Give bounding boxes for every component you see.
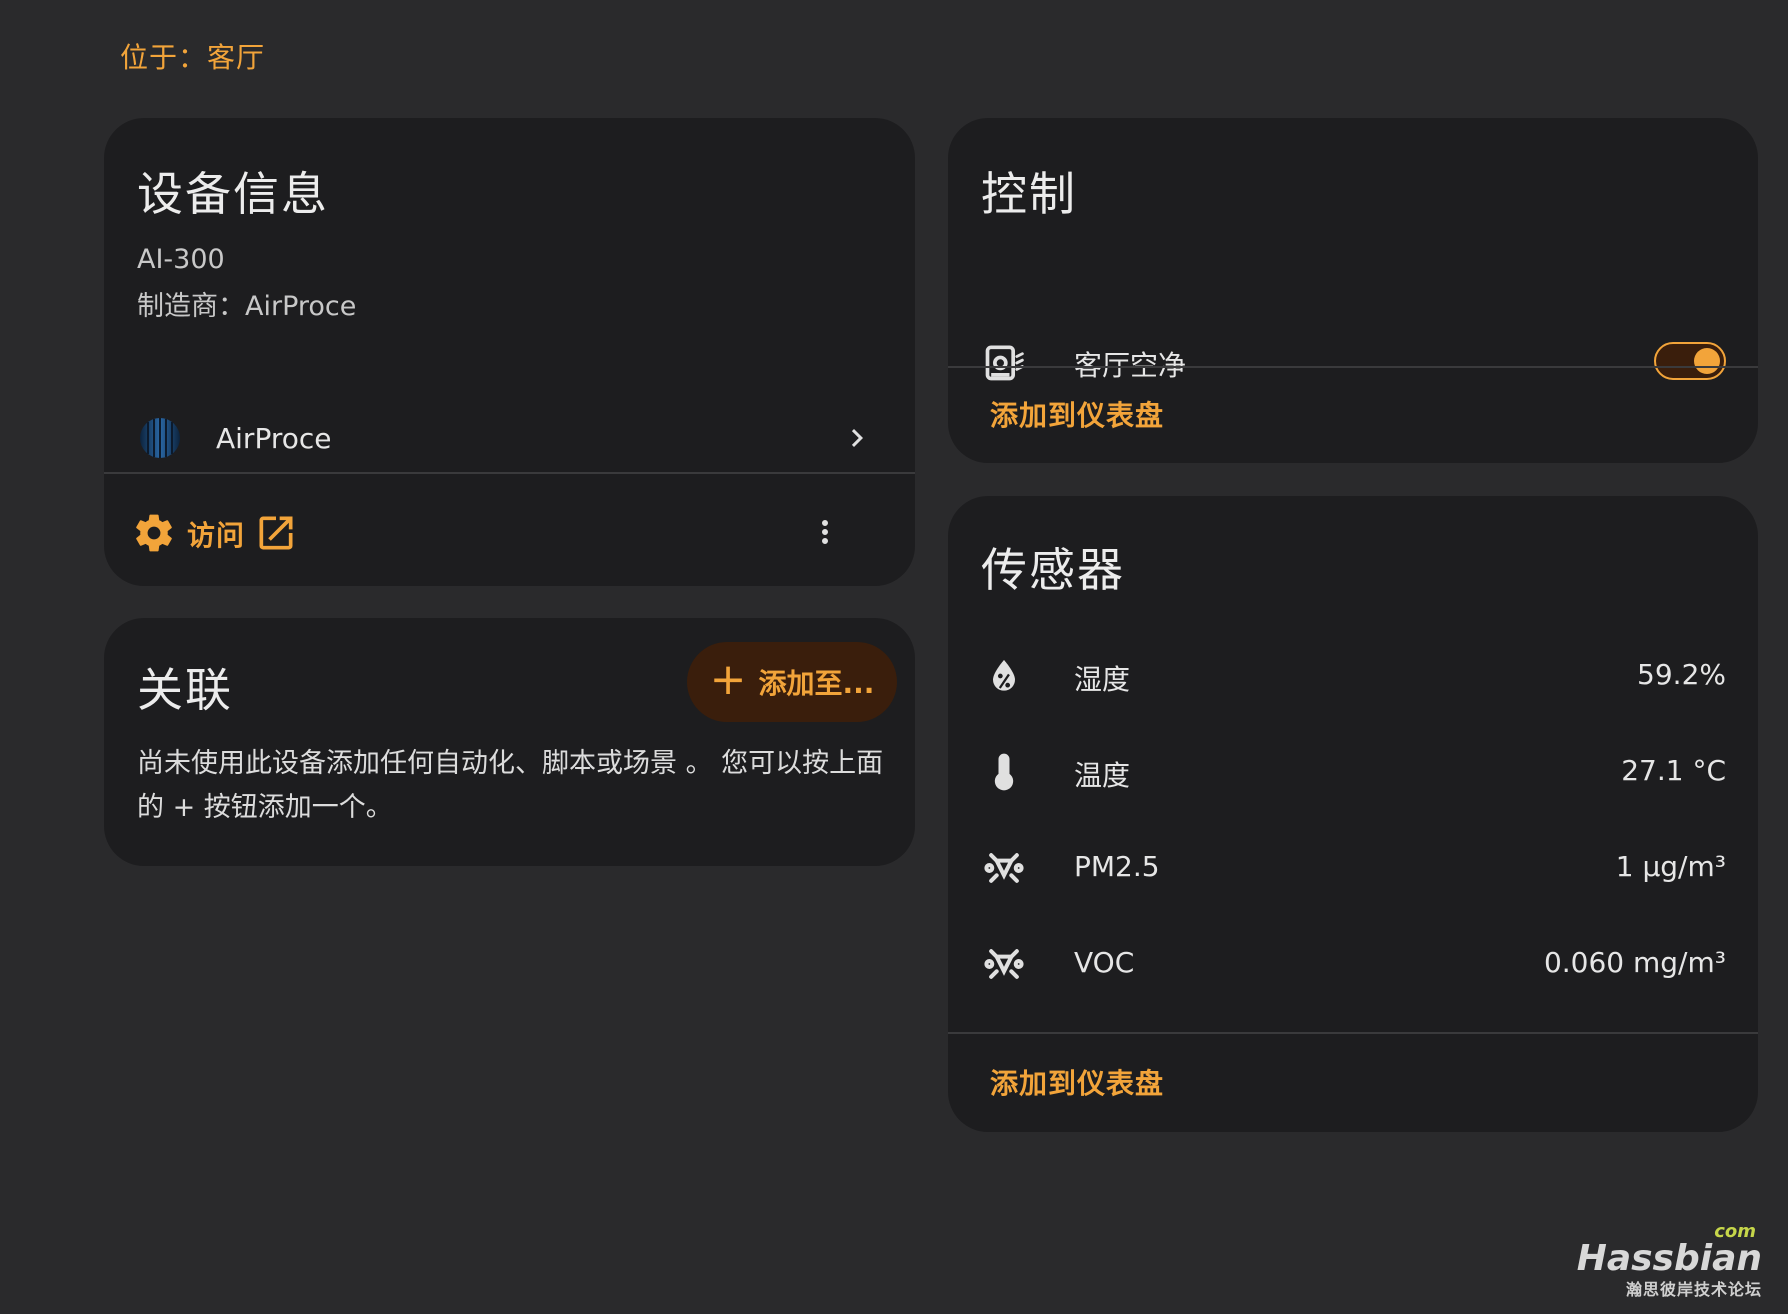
molecule-icon <box>984 853 1024 883</box>
sensor-row-temperature[interactable]: 温度 27.1 °C <box>948 724 1758 820</box>
sensor-name: 湿度 <box>1074 663 1131 696</box>
watermark-brand: Hassbian <box>1576 1238 1762 1279</box>
controls-card: 控制 客厅空净 添加到仪表盘 <box>948 118 1758 463</box>
watermark-subtitle: 瀚思彼岸技术论坛 <box>1625 1280 1762 1299</box>
sensor-value: 0.060 mg/m³ <box>1543 946 1726 979</box>
visit-row: 访问 <box>104 474 915 586</box>
sensor-name: PM2.5 <box>1074 850 1160 883</box>
add-to-button[interactable]: + 添加至... <box>687 642 897 722</box>
sensor-value: 59.2% <box>1637 658 1726 691</box>
sensor-value: 27.1 °C <box>1621 754 1726 787</box>
sensor-row-voc[interactable]: VOC 0.060 mg/m³ <box>948 916 1758 1012</box>
related-card: 关联 + 添加至... 尚未使用此设备添加任何自动化、脚本或场景 。 您可以按上… <box>104 618 915 866</box>
device-manufacturer: 制造商：AirProce <box>137 291 357 322</box>
device-model: AI-300 <box>137 244 225 275</box>
related-description: 尚未使用此设备添加任何自动化、脚本或场景 。 您可以按上面的 + 按钮添加一个。 <box>137 748 884 823</box>
device-info-card: 设备信息 AI-300 制造商：AirProce AirProce 访问 <box>104 118 915 586</box>
sensor-row-pm25[interactable]: PM2.5 1 µg/m³ <box>948 820 1758 916</box>
related-title: 关联 <box>137 663 233 717</box>
sensor-row-humidity[interactable]: 湿度 59.2% <box>948 628 1758 724</box>
gear-icon[interactable] <box>132 511 176 555</box>
open-in-new-icon[interactable] <box>254 511 298 555</box>
add-to-label: 添加至... <box>758 667 875 700</box>
airproce-logo-icon <box>140 418 180 458</box>
device-info-title: 设备信息 <box>137 167 329 221</box>
water-percent-icon <box>993 659 1015 691</box>
integration-name: AirProce <box>216 422 332 455</box>
sensors-card: 传感器 湿度 59.2% 温度 27.1 °C PM2.5 1 µg/m³ VO… <box>948 496 1758 1132</box>
divider <box>948 1032 1758 1034</box>
air-purifier-icon <box>985 345 1024 381</box>
sensor-value: 1 µg/m³ <box>1615 850 1726 883</box>
sensor-name: VOC <box>1074 946 1135 979</box>
toggle-knob <box>1694 348 1720 374</box>
more-vertical-icon[interactable] <box>807 512 843 552</box>
thermometer-icon <box>994 753 1014 791</box>
divider <box>948 366 1758 368</box>
add-to-dashboard-link[interactable]: 添加到仪表盘 <box>990 1062 1164 1102</box>
location-label: 位于：客厅 <box>120 41 266 74</box>
visit-link[interactable]: 访问 <box>187 514 245 554</box>
control-name: 客厅空净 <box>1074 349 1187 382</box>
sensors-title: 传感器 <box>981 543 1125 597</box>
controls-title: 控制 <box>981 167 1077 221</box>
watermark: com Hassbian 瀚思彼岸技术论坛 <box>1577 1221 1762 1300</box>
chevron-right-icon <box>851 429 863 447</box>
plus-icon: + <box>709 654 747 705</box>
air-purifier-toggle[interactable] <box>1654 342 1726 380</box>
add-to-dashboard-link[interactable]: 添加到仪表盘 <box>990 394 1164 434</box>
sensor-name: 温度 <box>1074 759 1131 792</box>
molecule-icon <box>984 949 1024 979</box>
